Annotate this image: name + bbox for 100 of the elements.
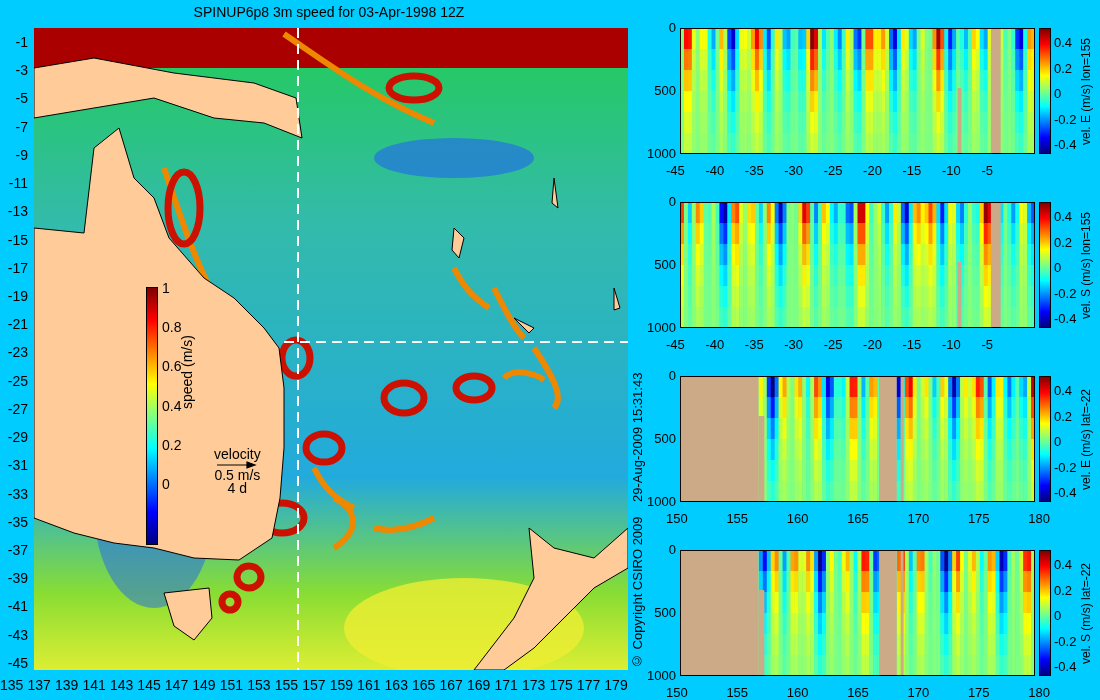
axis-label: -30: [784, 338, 804, 352]
colorbar-label: 0.2: [162, 437, 182, 452]
axis-label: -41: [6, 599, 29, 614]
colorbar-label: 0.4: [1054, 558, 1074, 572]
axis-label: -39: [6, 571, 29, 586]
colorbar-label: 0.2: [1054, 61, 1074, 76]
axis-label: -3: [14, 63, 29, 78]
colorbar-label: 0.2: [1054, 583, 1074, 598]
axis-label: -11: [7, 176, 29, 191]
axis-label: 167: [439, 678, 463, 692]
colorbar-label: 0.2: [1054, 409, 1074, 424]
axis-label: -35: [744, 164, 764, 178]
axis-label: -40: [705, 338, 725, 352]
axis-label: 177: [576, 678, 601, 692]
axis-label: 0: [667, 369, 677, 383]
axis-label: -5: [981, 338, 993, 352]
axis-label: -45: [666, 338, 685, 352]
axis-label: 1000: [646, 147, 677, 161]
axis-label: 175: [967, 512, 990, 526]
axis-label: 155: [726, 512, 749, 526]
axis-label: -30: [784, 164, 804, 178]
colorbar-label: 0.6: [162, 359, 182, 374]
axis-label: 1000: [646, 321, 677, 335]
arrow-icon: [217, 461, 258, 469]
axis-label: -20: [863, 338, 882, 352]
axis-label: -10: [941, 164, 961, 178]
axis-label: 165: [847, 686, 869, 700]
axis-label: 500: [653, 258, 677, 272]
colorbar-label: -0.2: [1054, 286, 1078, 301]
axis-label: 143: [109, 678, 134, 692]
colorbar-label: 0.8: [162, 320, 182, 335]
axis-label: 150: [666, 512, 688, 526]
axis-label: 160: [786, 686, 809, 700]
colorbar-label: -0.4: [1054, 138, 1078, 152]
axis-label: 149: [192, 678, 216, 692]
axis-label: -13: [6, 204, 29, 219]
axis-label: -17: [6, 260, 29, 275]
axis-label: 0: [667, 21, 677, 35]
axis-label: 500: [653, 84, 677, 98]
colorbar-title: vel. S (m/s) lat=-22: [1079, 561, 1094, 666]
colorbar-label: 1: [162, 281, 171, 295]
axis-label: -40: [705, 164, 725, 178]
axis-label: 159: [329, 678, 353, 692]
axis-label: 171: [494, 678, 518, 692]
axis-label: -33: [6, 486, 29, 501]
axis-label: 137: [27, 678, 51, 692]
axis-label: -20: [863, 164, 882, 178]
axis-label: -45: [666, 164, 685, 178]
colorbar-label: -0.2: [1054, 112, 1078, 127]
axis-label: 155: [274, 678, 299, 692]
axis-label: -1: [14, 35, 29, 49]
axis-label: 163: [384, 678, 408, 692]
axis-label: -5: [981, 164, 993, 178]
axis-label: 150: [666, 686, 688, 700]
axis-label: -29: [6, 430, 29, 445]
axis-label: -43: [6, 627, 29, 642]
axis-label: 170: [907, 512, 930, 526]
colorbar-label: 0: [1054, 435, 1063, 449]
axis-label: 179: [604, 678, 628, 692]
legend-label: 4 d: [227, 482, 248, 495]
axis-label: -25: [6, 373, 29, 388]
colorbar-title: vel. E (m/s) lat=-22: [1079, 387, 1094, 492]
axis-label: 160: [786, 512, 809, 526]
axis-label: 165: [847, 512, 869, 526]
axis-label: 180: [1028, 686, 1050, 700]
axis-label: -27: [6, 401, 29, 416]
axis-label: 165: [412, 678, 436, 692]
colorbar-label: -0.4: [1054, 486, 1078, 500]
colorbar-label: 0: [1054, 87, 1063, 101]
axis-label: -23: [6, 345, 29, 360]
colorbar-label: 0.4: [1054, 210, 1074, 224]
axis-label: 175: [549, 678, 573, 692]
colorbar-label: 0: [162, 476, 171, 491]
axis-label: -9: [14, 147, 29, 162]
credit-text: © Copyright CSIRO 2009: [629, 516, 645, 668]
axis-label: -19: [6, 288, 29, 303]
axis-label: 500: [653, 432, 677, 446]
axis-label: -15: [902, 338, 922, 352]
axis-label: -7: [14, 119, 29, 134]
legend-label: 0.5 m/s: [214, 469, 261, 482]
axis-label: -15: [6, 232, 29, 247]
axis-label: 147: [164, 678, 189, 692]
colorbar-label: -0.2: [1054, 460, 1078, 475]
axis-label: 145: [137, 678, 161, 692]
axis-label: -15: [902, 164, 922, 178]
axis-label: 169: [466, 678, 491, 692]
colorbar-label: -0.2: [1054, 634, 1078, 649]
axis-label: 139: [54, 678, 79, 692]
colorbar-title: vel. S (m/s) lon=155: [1079, 210, 1094, 321]
axis-label: -5: [14, 91, 29, 106]
plot-title: SPINUP6p8 3m speed for 03-Apr-1998 12Z: [192, 3, 466, 22]
colorbar-label: 0.4: [1054, 384, 1074, 398]
axis-label: -10: [941, 338, 961, 352]
axis-label: 161: [357, 678, 381, 692]
axis-label: 141: [82, 678, 106, 692]
axis-label: 173: [521, 678, 546, 692]
axis-label: 175: [967, 686, 990, 700]
colorbar-label: -0.4: [1054, 312, 1078, 326]
axis-label: -25: [823, 338, 843, 352]
axis-label: 1000: [646, 669, 677, 683]
